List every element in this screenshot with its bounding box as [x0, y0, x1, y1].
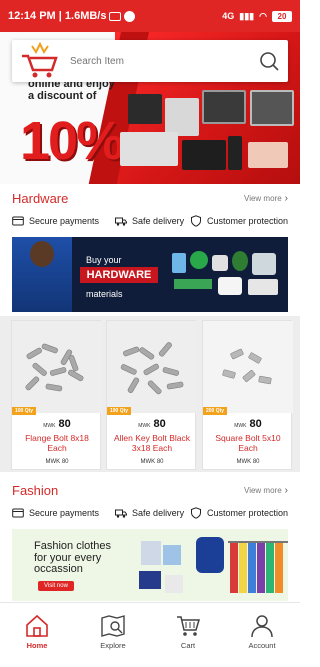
product-price-full: MWK 80: [140, 459, 164, 465]
status-speed: 1.6MB/s: [64, 10, 107, 22]
product-image: [12, 321, 102, 413]
nav-explore[interactable]: Explore: [83, 613, 143, 650]
cart-icon: [177, 616, 201, 636]
fashion-view-more-link[interactable]: View more ›: [244, 485, 288, 496]
feature-customer-protection: Customer protection: [190, 507, 288, 519]
sandwich-maker-image: [248, 142, 288, 168]
shield-icon: [190, 507, 201, 519]
product-name[interactable]: Flange Bolt 8x18 Each: [16, 433, 98, 454]
chevron-right-icon: ›: [284, 484, 288, 496]
qty-badge: 190 Qty: [107, 407, 132, 415]
wifi-icon: ◠: [259, 10, 267, 21]
product-price: 80: [58, 418, 71, 430]
product-price-full: MWK 80: [45, 459, 69, 465]
fashion-banner-text: Fashion clothes for your every occassion: [34, 540, 112, 576]
user-icon: [251, 615, 273, 638]
cookware-set-image: [128, 94, 162, 124]
signal-icon: ▮▮▮: [239, 10, 255, 21]
section-title-hardware: Hardware: [12, 190, 69, 206]
messenger-icon: [124, 10, 136, 22]
search-input[interactable]: [70, 55, 288, 67]
feature-safe-delivery: Safe delivery: [115, 215, 184, 227]
battery-icon: 20: [272, 10, 292, 22]
feature-secure-payments: Secure payments: [12, 215, 99, 227]
clothes-rack-image: [228, 531, 288, 601]
fryer-image: [165, 98, 199, 136]
features-row-fashion: Secure payments Safe delivery Customer p…: [0, 505, 300, 521]
alarm-icon: [109, 11, 122, 21]
backpack-image: [196, 537, 224, 573]
feature-safe-delivery: Safe delivery: [115, 507, 184, 519]
qty-badge: 100 Qty: [12, 407, 37, 415]
worker-head: [30, 241, 54, 267]
hero-discount: 10%: [20, 111, 124, 171]
map-search-icon: [101, 615, 125, 637]
flask-image: [228, 136, 242, 170]
section-title-fashion: Fashion: [12, 482, 59, 498]
pot-set-image: [120, 132, 178, 166]
features-row-hardware: Secure payments Safe delivery Customer p…: [0, 213, 300, 229]
hardware-promo-banner[interactable]: Buy your HARDWARE materials: [12, 237, 288, 312]
induction-cooker-image: [182, 140, 226, 170]
nav-account[interactable]: Account: [232, 613, 292, 650]
card-icon: [12, 216, 24, 226]
visit-now-button[interactable]: Visit now: [38, 581, 74, 591]
product-name[interactable]: Square Bolt 5x10 Each: [207, 433, 289, 454]
shop-logo[interactable]: [18, 41, 62, 80]
microwave-image: [250, 90, 294, 126]
product-image: [203, 321, 293, 413]
truck-icon: [115, 509, 128, 518]
clothing-items-image: [137, 537, 192, 599]
home-icon: [26, 614, 48, 637]
fashion-promo-banner[interactable]: Fashion clothes for your every occassion…: [12, 529, 288, 601]
pipe-fittings-image: [172, 249, 284, 303]
card-icon: [12, 508, 24, 518]
product-price: 80: [249, 418, 262, 430]
chevron-right-icon: ›: [284, 192, 288, 204]
fashion-section-header: Fashion View more ›: [0, 479, 300, 501]
product-price: 80: [153, 418, 166, 430]
product-price-full: MWK 80: [236, 459, 260, 465]
feature-customer-protection: Customer protection: [190, 215, 288, 227]
hardware-products-row: 100 Qty MWK 80 Flange Bolt 8x18 Each MWK…: [0, 316, 300, 472]
oven-image: [202, 90, 246, 124]
product-card[interactable]: 100 Qty MWK 80 Flange Bolt 8x18 Each MWK…: [11, 320, 102, 470]
qty-badge: 200 Qty: [203, 407, 228, 415]
search-icon[interactable]: [258, 50, 280, 72]
feature-secure-payments: Secure payments: [12, 507, 99, 519]
product-name[interactable]: Allen Key Bolt Black 3x18 Each: [111, 433, 193, 454]
network-label: 4G: [222, 11, 235, 21]
nav-cart[interactable]: Cart: [158, 613, 218, 650]
hardware-section-header: Hardware View more ›: [0, 187, 300, 209]
status-bar: 12:14 PM | 1.6MB/s 4G ▮▮▮ ◠ 20: [0, 0, 300, 32]
search-bar[interactable]: [12, 40, 288, 82]
status-time: 12:14 PM: [8, 10, 56, 22]
product-card[interactable]: 190 Qty MWK 80 Allen Key Bolt Black 3x18…: [106, 320, 197, 470]
shield-icon: [190, 215, 201, 227]
truck-icon: [115, 217, 128, 226]
hardware-view-more-link[interactable]: View more ›: [244, 193, 288, 204]
bottom-navigation: Home Explore Cart Account: [0, 602, 300, 667]
product-card[interactable]: 200 Qty MWK 80 Square Bolt 5x10 Each MWK…: [202, 320, 293, 470]
product-image: [107, 321, 197, 413]
nav-home[interactable]: Home: [7, 613, 67, 650]
